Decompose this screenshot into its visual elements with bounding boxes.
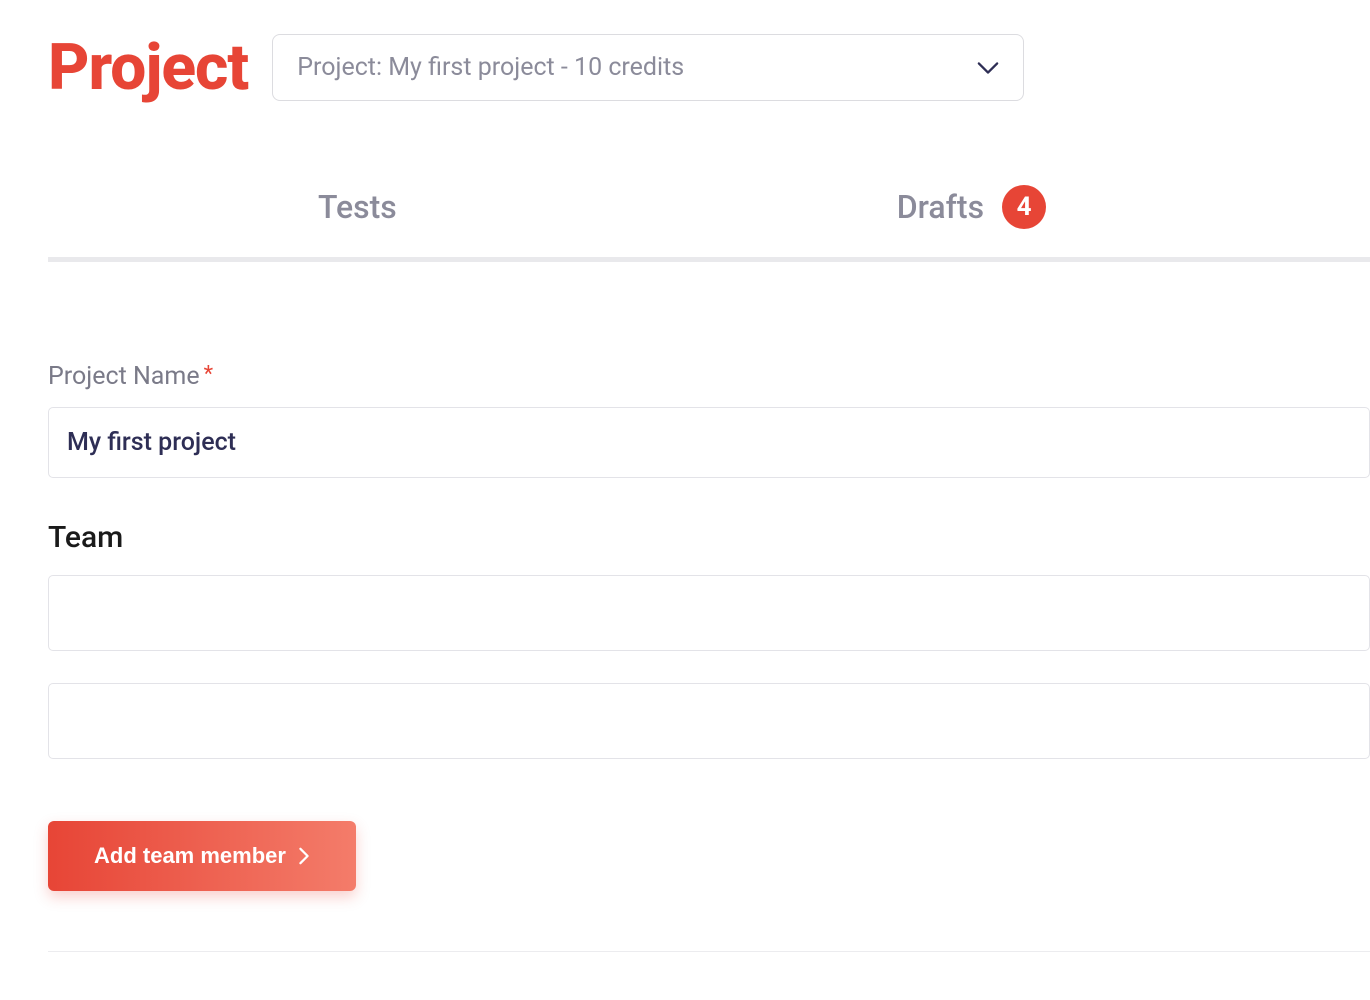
divider [48, 951, 1370, 952]
project-name-input[interactable] [48, 407, 1370, 478]
team-member-input-2[interactable] [48, 683, 1370, 759]
chevron-down-icon [977, 57, 999, 79]
add-team-member-button[interactable]: Add team member [48, 821, 356, 891]
tab-drafts-label: Drafts [897, 188, 984, 226]
tab-bar: Tests Drafts 4 [48, 185, 1370, 262]
tab-drafts[interactable]: Drafts 4 [897, 185, 1046, 257]
team-heading: Team [48, 520, 1370, 555]
drafts-count-badge: 4 [1002, 185, 1046, 229]
project-selector[interactable]: Project: My first project - 10 credits [272, 34, 1024, 101]
add-team-member-label: Add team member [94, 843, 286, 869]
page-title: Project [48, 30, 248, 105]
tab-tests[interactable]: Tests [318, 188, 397, 254]
project-selector-label: Project: My first project - 10 credits [297, 53, 684, 82]
team-member-input-1[interactable] [48, 575, 1370, 651]
required-asterisk-icon: * [204, 362, 213, 387]
tab-tests-label: Tests [318, 188, 397, 226]
project-name-label: Project Name* [48, 362, 1370, 391]
project-name-label-text: Project Name [48, 362, 200, 391]
chevron-right-icon [298, 847, 310, 865]
